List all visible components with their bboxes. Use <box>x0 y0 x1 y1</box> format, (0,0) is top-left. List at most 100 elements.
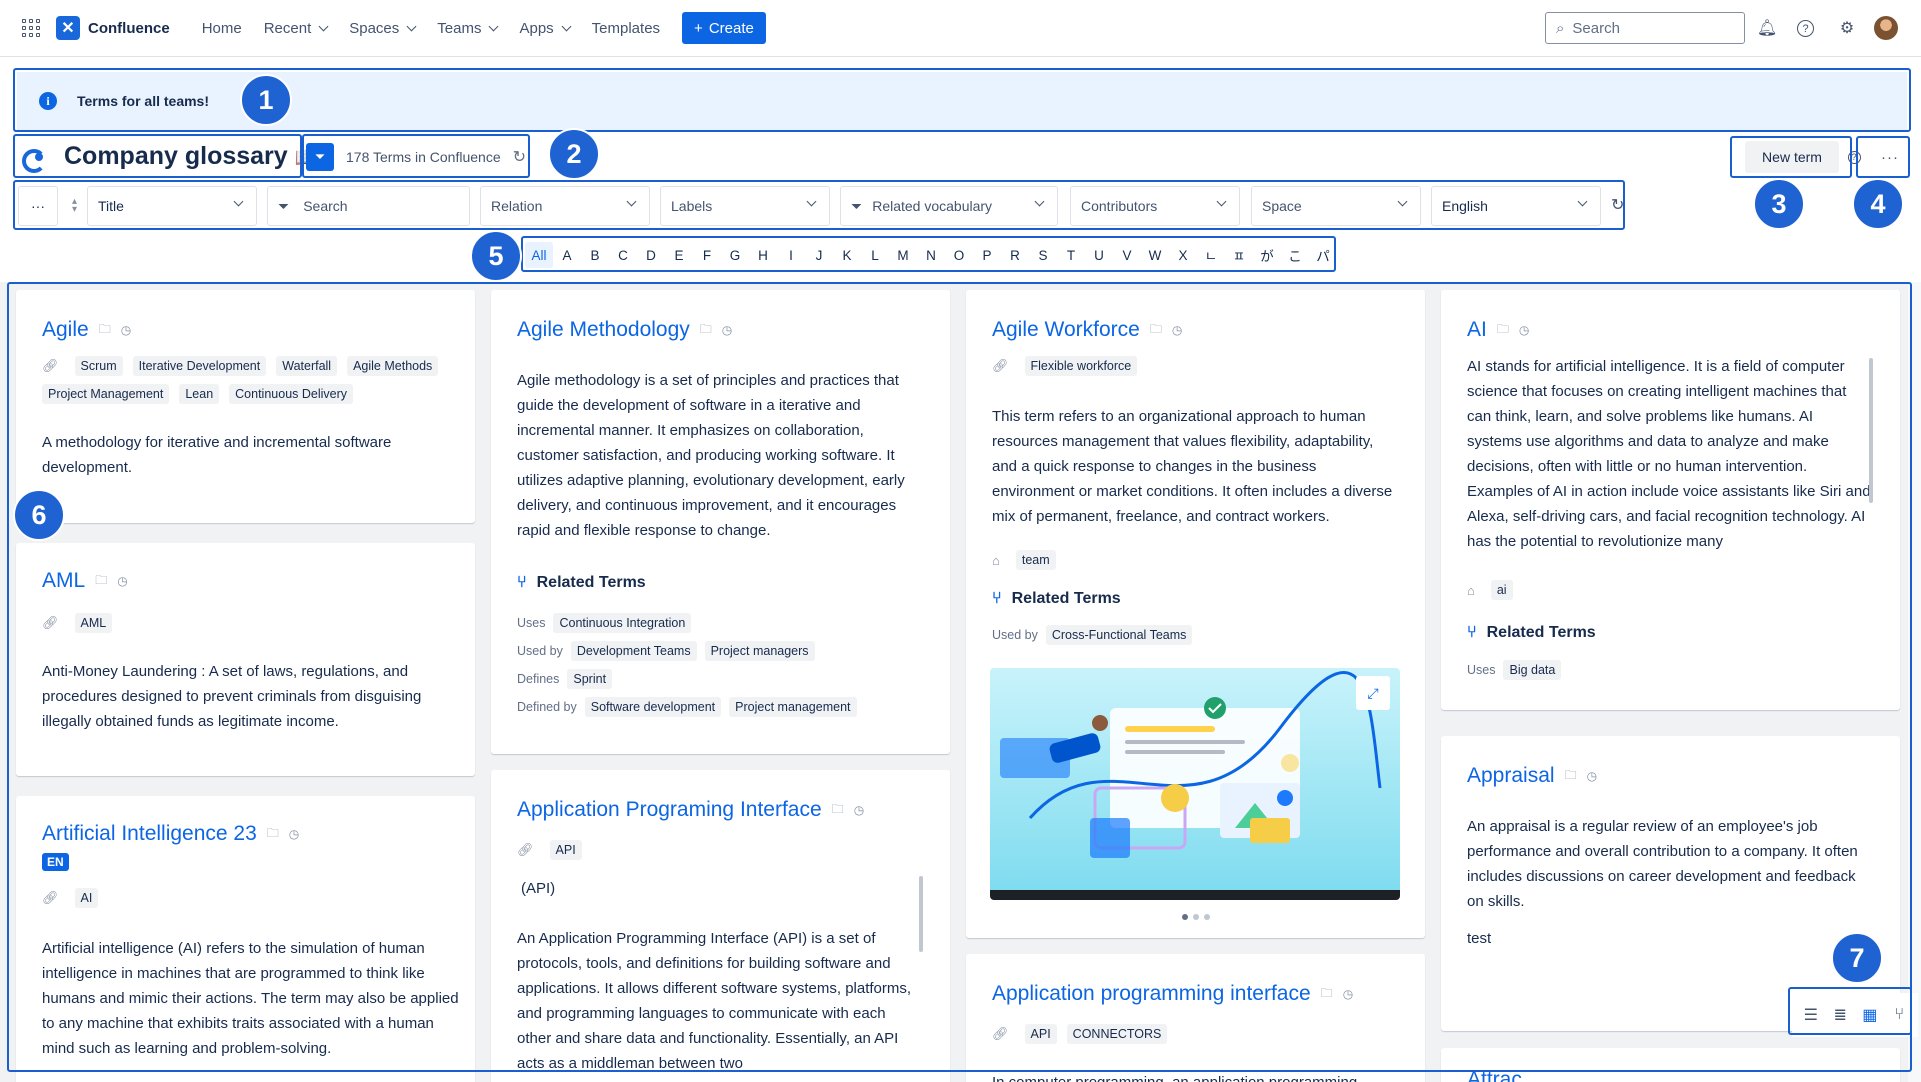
letter-button[interactable]: M <box>889 242 917 268</box>
letter-button[interactable]: が <box>1253 242 1281 268</box>
nav-apps[interactable]: Apps <box>519 20 572 37</box>
letter-button[interactable]: T <box>1057 242 1085 268</box>
graph-view-icon[interactable]: ⑂ <box>1886 1002 1912 1028</box>
letter-button[interactable]: X <box>1169 242 1197 268</box>
letter-button[interactable]: S <box>1029 242 1057 268</box>
term-title[interactable]: Agile 🗀 ◷ <box>42 318 131 342</box>
term-title[interactable]: Attrac... <box>1467 1068 1539 1082</box>
nav-home[interactable]: Home <box>202 20 242 37</box>
related-term-tag[interactable]: Big data <box>1503 660 1562 680</box>
letter-button[interactable]: D <box>637 242 665 268</box>
labels-select[interactable]: Labels <box>660 186 830 226</box>
letter-button[interactable]: こ <box>1281 242 1309 268</box>
filter-search-input[interactable]: ⏷ Search <box>267 186 470 226</box>
confluence-logo-icon[interactable]: ✕ <box>56 16 80 40</box>
letter-all[interactable]: All <box>525 242 553 268</box>
letter-button[interactable]: C <box>609 242 637 268</box>
term-card-application-programming-interface[interactable]: Application programming interface 🗀 ◷ 🔗︎ A… <box>966 954 1425 1082</box>
term-card-partial[interactable]: Attrac... <box>1441 1048 1900 1082</box>
letter-button[interactable]: ㄴ <box>1197 242 1225 268</box>
letter-button[interactable]: N <box>917 242 945 268</box>
global-search-input[interactable]: ⌕ Search <box>1545 12 1745 44</box>
term-title[interactable]: Agile Methodology 🗀 ◷ <box>517 318 732 342</box>
expand-icon[interactable]: ⤢ <box>1356 676 1390 710</box>
related-term-tag[interactable]: Sprint <box>567 669 613 689</box>
tag[interactable]: AI <box>74 888 99 908</box>
letter-button[interactable]: V <box>1113 242 1141 268</box>
tag[interactable]: API <box>549 840 582 860</box>
language-select[interactable]: English <box>1431 186 1601 226</box>
tag[interactable]: Agile Methods <box>347 356 439 376</box>
list-view-icon[interactable]: ☰ <box>1798 1002 1824 1028</box>
related-term-tag[interactable]: Development Teams <box>570 641 697 661</box>
compact-list-view-icon[interactable]: ≣ <box>1827 1002 1853 1028</box>
more-actions-button[interactable]: ··· <box>1875 142 1905 172</box>
tag[interactable]: Lean <box>179 384 220 404</box>
letter-button[interactable]: A <box>553 242 581 268</box>
carousel-dots[interactable] <box>1182 914 1210 920</box>
letter-button[interactable]: E <box>665 242 693 268</box>
carousel-dot[interactable] <box>1182 914 1188 920</box>
glossary-help-icon[interactable]: ? <box>1843 146 1865 168</box>
term-title[interactable]: AI 🗀 ◷ <box>1467 318 1529 342</box>
term-title[interactable]: Application Programing Interface 🗀 ◷ <box>517 798 864 822</box>
page-scrollbar[interactable] <box>1908 282 1921 1082</box>
filter-toggle-button[interactable]: ⏷ <box>306 143 334 171</box>
letter-button[interactable]: H <box>749 242 777 268</box>
nav-templates[interactable]: Templates <box>592 20 660 37</box>
term-card-ai[interactable]: AI 🗀 ◷ AI stands for artificial intelligen… <box>1441 290 1900 710</box>
letter-button[interactable]: パ <box>1309 242 1337 268</box>
settings-gear-icon[interactable]: ⚙ <box>1837 18 1857 38</box>
term-title[interactable]: Appraisal 🗀 ◷ <box>1467 764 1597 788</box>
nav-spaces[interactable]: Spaces <box>349 20 417 37</box>
term-title[interactable]: Artificial Intelligence 23 🗀 ◷ <box>42 822 299 846</box>
term-card-aml[interactable]: AML 🗀 ◷ 🔗︎ AML Anti-Money Laundering : A s… <box>16 543 475 776</box>
help-icon[interactable]: ? <box>1797 20 1814 37</box>
term-title[interactable]: Agile Workforce 🗀 ◷ <box>992 318 1182 342</box>
letter-button[interactable]: ㅍ <box>1225 242 1253 268</box>
related-term-tag[interactable]: Project managers <box>704 641 815 661</box>
sort-order-icon[interactable]: ▴ ▾ <box>72 197 77 215</box>
contributors-select[interactable]: Contributors <box>1070 186 1240 226</box>
app-name[interactable]: Confluence <box>88 20 170 37</box>
term-card-agile[interactable]: Agile 🗀 ◷ 🔗︎ Scrum Iterative Development W… <box>16 290 475 523</box>
label-tag[interactable]: ai <box>1490 580 1513 600</box>
related-vocabulary-select[interactable]: ⏷ Related vocabulary <box>840 186 1058 226</box>
letter-button[interactable]: U <box>1085 242 1113 268</box>
grid-view-icon[interactable]: ▦ <box>1857 1002 1883 1028</box>
tag[interactable]: Iterative Development <box>132 356 267 376</box>
term-card-appraisal[interactable]: Appraisal 🗀 ◷ An appraisal is a regular re… <box>1441 736 1900 1031</box>
tag[interactable]: Project Management <box>42 384 170 404</box>
reset-filters-icon[interactable]: ↻ <box>1611 195 1624 215</box>
letter-button[interactable]: G <box>721 242 749 268</box>
filter-more-button[interactable]: ··· <box>18 186 58 226</box>
notifications-bell-icon[interactable]: 🔔︎ <box>1757 18 1777 38</box>
card-scrollbar[interactable] <box>1869 358 1873 503</box>
term-card-application-programing-interface[interactable]: Application Programing Interface 🗀 ◷ 🔗︎ AP… <box>491 770 950 1082</box>
space-select[interactable]: Space <box>1251 186 1421 226</box>
carousel-dot[interactable] <box>1193 914 1199 920</box>
term-card-agile-methodology[interactable]: Agile Methodology 🗀 ◷ Agile methodology is… <box>491 290 950 754</box>
tag[interactable]: Scrum <box>74 356 123 376</box>
term-title[interactable]: AML 🗀 ◷ <box>42 569 128 593</box>
letter-button[interactable]: W <box>1141 242 1169 268</box>
related-term-tag[interactable]: Project management <box>729 697 857 717</box>
term-card-artificial-intelligence-23[interactable]: Artificial Intelligence 23 🗀 ◷ EN 🔗︎ AI Ar… <box>16 796 475 1082</box>
letter-button[interactable]: L <box>861 242 889 268</box>
letter-button[interactable]: K <box>833 242 861 268</box>
letter-button[interactable]: J <box>805 242 833 268</box>
letter-button[interactable]: R <box>1001 242 1029 268</box>
letter-button[interactable]: I <box>777 242 805 268</box>
sort-select[interactable]: Title <box>87 186 257 226</box>
new-term-button[interactable]: New term <box>1745 141 1839 173</box>
letter-button[interactable]: O <box>945 242 973 268</box>
create-button[interactable]: + Create <box>682 12 766 44</box>
term-card-agile-workforce[interactable]: Agile Workforce 🗀 ◷ 🔗︎ Flexible workforce … <box>966 290 1425 938</box>
card-scrollbar[interactable] <box>919 876 923 952</box>
carousel-dot[interactable] <box>1204 914 1210 920</box>
app-switcher-icon[interactable] <box>22 19 40 37</box>
tag[interactable]: CONNECTORS <box>1066 1024 1168 1044</box>
term-illustration[interactable]: ⤢ <box>990 668 1400 900</box>
relation-select[interactable]: Relation <box>480 186 650 226</box>
nav-recent[interactable]: Recent <box>264 20 329 37</box>
